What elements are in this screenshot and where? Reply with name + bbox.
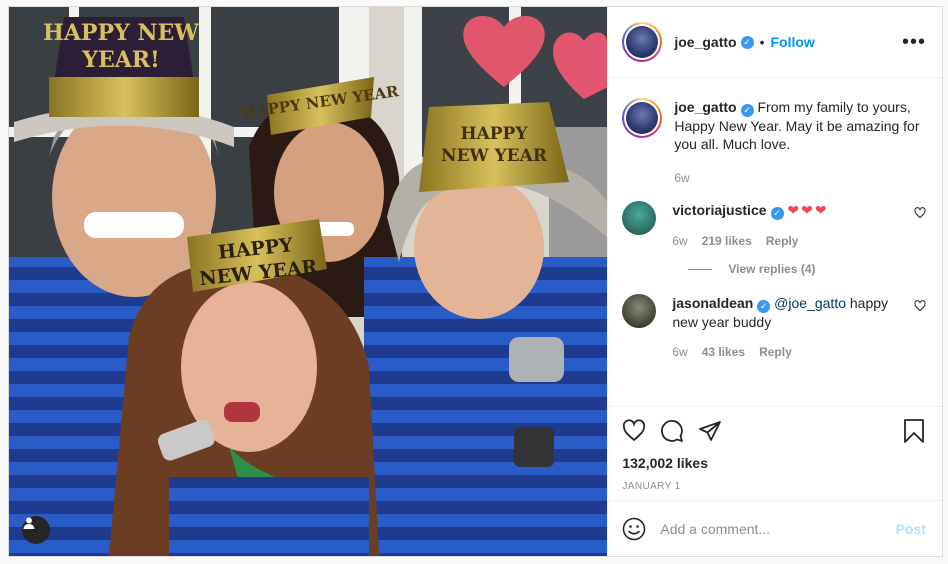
verified-badge-icon: ✓: [740, 35, 754, 49]
post-date[interactable]: JANUARY 1: [622, 481, 926, 492]
heart-icon[interactable]: [622, 419, 646, 443]
comment-username[interactable]: jasonaldean: [672, 295, 753, 311]
like-comment-heart-icon[interactable]: [914, 207, 926, 219]
comment-likes[interactable]: 219 likes: [702, 232, 752, 250]
commenter-avatar[interactable]: [622, 294, 657, 328]
comment-icon[interactable]: [660, 419, 684, 443]
comment-item: victoriajustice ✓ ❤❤❤ 6w 219 likes Reply: [622, 201, 926, 250]
bookmark-icon[interactable]: [902, 418, 926, 444]
caption-age[interactable]: 6w: [674, 169, 689, 187]
svg-text:NEW YEAR: NEW YEAR: [441, 146, 548, 166]
svg-text:HAPPY NEW: HAPPY NEW: [43, 20, 199, 46]
verified-badge-icon: ✓: [740, 104, 754, 117]
add-comment-bar: Post: [608, 500, 942, 556]
comment-likes[interactable]: 43 likes: [702, 343, 745, 361]
caption-avatar[interactable]: [622, 98, 663, 138]
commenter-avatar[interactable]: [622, 201, 657, 235]
emoji-icon[interactable]: [622, 517, 646, 541]
comment-age[interactable]: 6w: [672, 343, 687, 361]
comment-mention[interactable]: @joe_gatto: [774, 295, 846, 311]
verified-badge-icon: ✓: [757, 300, 771, 313]
post-header: joe_gatto ✓ • Follow •••: [608, 7, 942, 78]
post-photo[interactable]: HAPPY NEW YEAR! HAPPY NEW YEAR HAPPY NEW…: [9, 7, 608, 556]
comment-item: jasonaldean ✓ @joe_gatto happy new year b…: [622, 294, 926, 361]
photo-illustration: HAPPY NEW YEAR! HAPPY NEW YEAR HAPPY NEW…: [9, 7, 608, 556]
likes-count[interactable]: 132,002 likes: [622, 455, 926, 471]
comment-input[interactable]: [660, 520, 896, 537]
comments-list[interactable]: joe_gatto ✓ From my family to yours, Happ…: [608, 78, 942, 406]
like-comment-heart-icon[interactable]: [914, 300, 926, 312]
post-container: HAPPY NEW YEAR! HAPPY NEW YEAR HAPPY NEW…: [8, 6, 943, 557]
svg-text:HAPPY: HAPPY: [461, 124, 529, 144]
replies-divider: [688, 268, 713, 270]
post-comment-button[interactable]: Post: [896, 521, 926, 537]
post-actions: 132,002 likes JANUARY 1: [608, 406, 942, 500]
verified-badge-icon: ✓: [770, 207, 784, 220]
comment-age[interactable]: 6w: [672, 232, 687, 250]
view-replies-label: View replies (4): [728, 262, 816, 276]
reply-button[interactable]: Reply: [759, 343, 792, 361]
comment-text: ❤❤❤: [787, 202, 829, 218]
view-replies-button[interactable]: View replies (4): [688, 262, 926, 276]
more-options-button[interactable]: •••: [902, 32, 926, 52]
follow-button[interactable]: Follow: [771, 34, 815, 50]
post-side-panel: joe_gatto ✓ • Follow ••• joe_gatto ✓ From…: [607, 7, 942, 556]
comment-username[interactable]: victoriajustice: [672, 202, 766, 218]
share-icon[interactable]: [698, 419, 722, 443]
author-username[interactable]: joe_gatto: [674, 34, 736, 50]
reply-button[interactable]: Reply: [766, 232, 799, 250]
caption-username[interactable]: joe_gatto: [674, 99, 736, 115]
svg-text:YEAR!: YEAR!: [81, 47, 159, 73]
separator-dot: •: [759, 34, 765, 50]
user-tag-icon: [23, 517, 35, 529]
author-avatar[interactable]: [622, 22, 663, 62]
caption: joe_gatto ✓ From my family to yours, Happ…: [622, 98, 926, 187]
user-tag-button[interactable]: [22, 516, 50, 544]
